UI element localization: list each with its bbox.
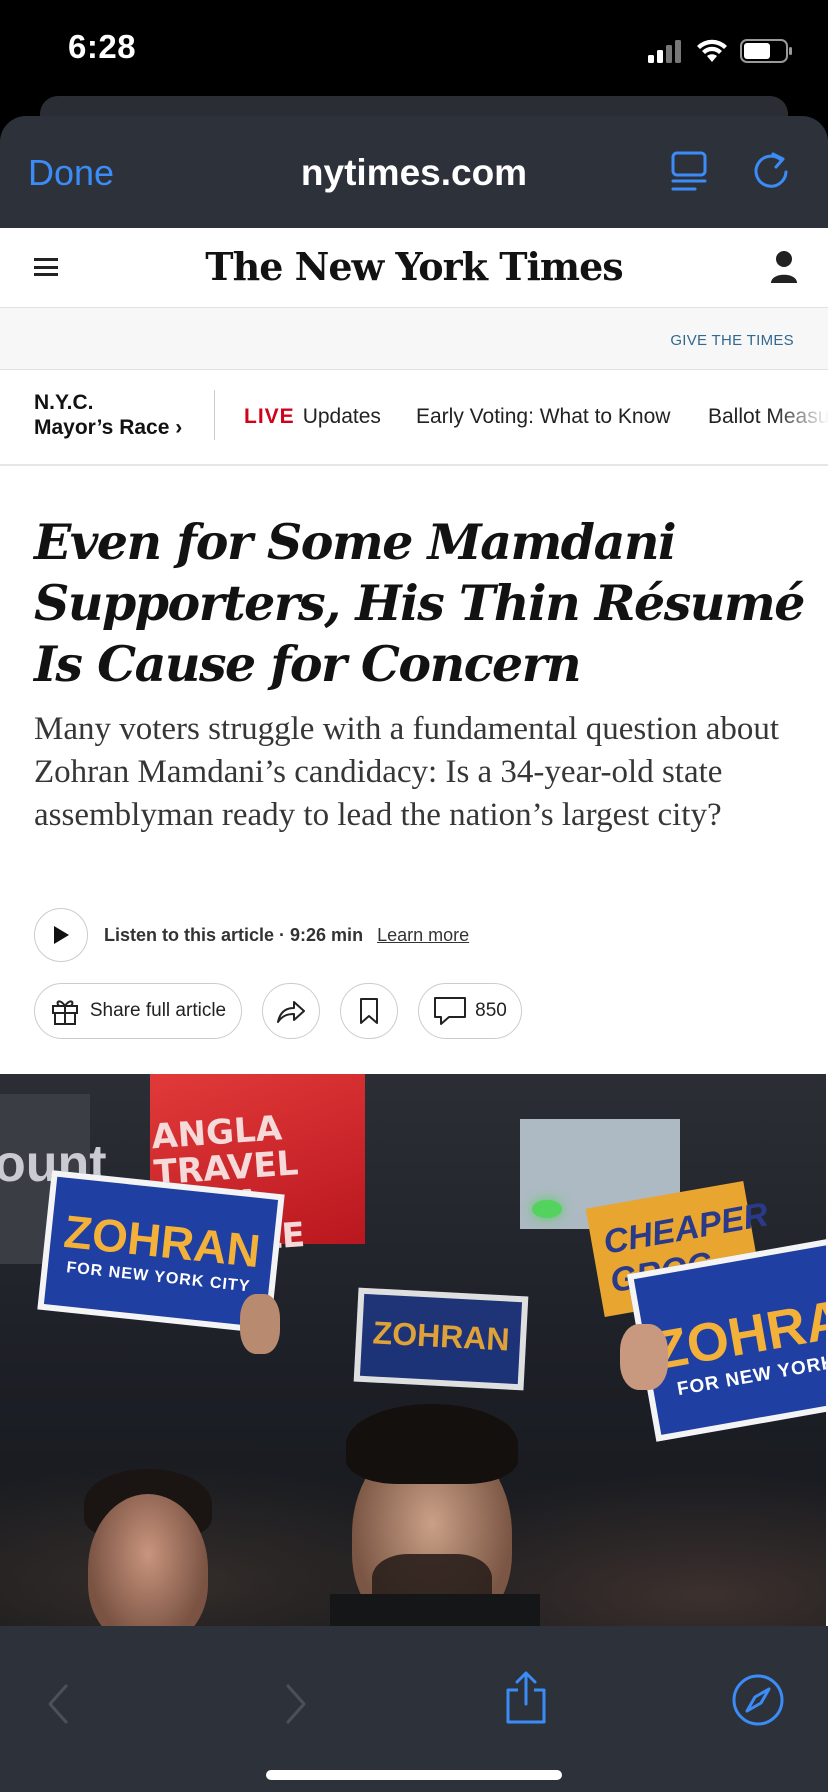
nav-divider: [214, 390, 215, 440]
section-title-line2: Mayor’s Race ›: [34, 416, 183, 439]
learn-more-link[interactable]: Learn more: [377, 925, 469, 946]
nav-item-label: Ballot Measu: [708, 405, 828, 428]
listen-text: Listen to this article · 9:26 min: [104, 924, 364, 945]
give-the-times-link[interactable]: GIVE THE TIMES: [670, 332, 794, 349]
play-button[interactable]: [34, 908, 88, 962]
wifi-icon: [697, 39, 727, 62]
traffic-light: [532, 1200, 562, 1218]
browser-header: Done nytimes.com: [0, 116, 828, 228]
forward-icon[interactable]: [268, 1676, 324, 1732]
back-icon[interactable]: [30, 1676, 86, 1732]
cellular-signal-icon: [648, 40, 681, 63]
comments-button[interactable]: 850: [418, 983, 522, 1039]
nav-item-early-voting[interactable]: Early Voting: What to Know: [416, 405, 670, 429]
person-center-suit: [330, 1594, 540, 1626]
web-page: The New York Times GIVE THE TIMES N.Y.C.…: [0, 228, 828, 1626]
nyt-logo[interactable]: The New York Times: [0, 244, 828, 289]
battery-icon: [740, 39, 792, 63]
article-photo[interactable]: ount ANGLA TRAVEL NGLA MOBILE CHEAPER GR…: [0, 1074, 826, 1626]
share-full-article-button[interactable]: Share full article: [34, 983, 242, 1039]
status-time: 6:28: [68, 28, 137, 65]
raised-hand-right: [620, 1324, 668, 1390]
bookmark-icon: [360, 998, 378, 1024]
action-row: Share full article 850: [34, 982, 522, 1040]
share-icon[interactable]: [498, 1670, 554, 1726]
section-title-line1: N.Y.C.: [34, 391, 94, 414]
live-tag: LIVE: [244, 405, 295, 428]
nav-item-ballot-measures[interactable]: Ballot Measu: [708, 405, 828, 429]
placard-center-title: ZOHRAN: [371, 1314, 511, 1358]
play-icon: [54, 926, 69, 944]
save-button[interactable]: [340, 983, 398, 1039]
comment-count: 850: [475, 1000, 507, 1021]
home-indicator: [266, 1770, 562, 1780]
share-full-article-label: Share full article: [89, 1000, 227, 1021]
nav-item-label: Updates: [302, 405, 381, 428]
share-button[interactable]: [262, 983, 320, 1039]
nav-item-live-updates[interactable]: LIVE Updates: [244, 405, 381, 429]
status-bar: 6:28: [0, 0, 828, 100]
nyt-header: The New York Times: [0, 228, 828, 308]
listen-row: Listen to this article · 9:26 min Learn …: [34, 908, 469, 962]
article-summary: Many voters struggle with a fundamental …: [34, 711, 780, 833]
account-icon[interactable]: [770, 250, 798, 289]
give-bar: GIVE THE TIMES: [0, 308, 828, 370]
section-title[interactable]: N.Y.C. Mayor’s Race ›: [34, 390, 182, 440]
compass-icon[interactable]: [730, 1672, 786, 1728]
person-center-hair: [346, 1404, 518, 1484]
reload-icon[interactable]: [748, 148, 794, 194]
placard-center: ZOHRAN: [353, 1287, 529, 1391]
comment-icon: [434, 997, 467, 1025]
share-arrow-icon: [277, 1001, 305, 1023]
bottom-toolbar: [0, 1626, 828, 1792]
status-icons: [648, 36, 794, 66]
raised-hand-left: [240, 1294, 280, 1354]
reader-icon[interactable]: [666, 148, 712, 194]
article-headline: Even for Some Mamdani Supporters, His Th…: [34, 513, 805, 693]
gift-icon: [51, 1000, 78, 1025]
section-nav: N.Y.C. Mayor’s Race › LIVE Updates Early …: [0, 370, 828, 466]
